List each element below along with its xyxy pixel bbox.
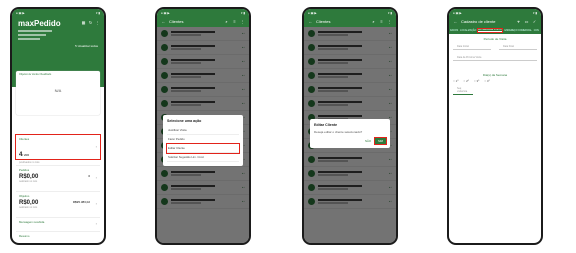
dialog-title: Editar Cliente [314,123,338,127]
back-arrow-icon[interactable]: ← [308,19,313,24]
chevron-right-icon: › [95,175,97,180]
status-bar: ● ▣ ▶ ▾ ▮ [453,10,537,15]
radio-label: 4º [486,79,490,83]
weekdays-title: Dia(s) da Semana [482,73,508,77]
orders-count: 0 [88,174,90,178]
no-button[interactable]: NÃO [365,139,371,143]
start-date-field[interactable]: Data Inicial [453,44,491,50]
register-screen: ● ▣ ▶ ▾ ▮ ← Cadastro de cliente ⌖ ▭ ✓ DAD… [449,9,541,243]
clients-card[interactable]: Clientes 4/ 206 positivados no mês › [15,134,101,164]
more-icon[interactable]: ⋮ [240,19,245,24]
card-icon[interactable]: ▭ [524,19,529,24]
na-value: N/A [54,88,62,93]
radio-week-2[interactable]: ○ 2º [463,79,468,83]
objective-label: Objetivo [19,194,30,198]
back-arrow-icon[interactable]: ← [453,19,458,24]
orders-label: Pedidos [19,168,30,172]
screen-title: Cadastro de cliente [461,19,496,24]
chevron-right-icon: › [95,201,97,206]
status-bar: ● ▣ ▶ ▾ ▮ [308,10,392,15]
clients-total: / 206 [22,153,30,157]
clients-note: positivados no mês [19,161,40,164]
filter-icon[interactable]: ≡ [232,19,237,24]
phone-register: ● ▣ ▶ ▾ ▮ ← Cadastro de cliente ⌖ ▭ ✓ DAD… [447,7,543,245]
objective-note: realizado no mês [19,206,38,209]
radio-week-3[interactable]: ○ 3º [474,79,479,83]
refresh-all-button[interactable]: ↻ Atualizar todos [75,44,98,48]
dialog-title: Selecione uma ação [167,119,202,123]
end-date-field[interactable]: Data Final [499,44,537,50]
phone-home: ● ▣ ▶ ▾ ▮ maxPedido ▦ ↻ ⋮ ↻ Atualizar tod… [10,7,106,245]
screen-title: Clientes [169,19,184,24]
next-visit-field[interactable]: Data da Próxima Visita [453,55,537,61]
week-radio-group: ○ 1º ○ 2º ○ 3º ○ 4º [449,78,541,84]
status-bar: ● ▣ ▶ ▾ ▮ [161,10,245,15]
tab-dados[interactable]: DADOS [450,30,458,32]
summary-card[interactable]: Resumo [16,231,100,241]
chevron-right-icon: › [95,221,97,226]
app-header: ● ▣ ▶ ▾ ▮ ← Clientes ⌕ ≡ ⋮ [304,9,396,27]
tab-localizacao[interactable]: LOCALIZAÇÃO [460,30,476,32]
radio-label: 3º [476,79,480,83]
phone-actions: ● ▣ ▶▾ ▮ ← Clientes ⌕ ≡ ⋮ ● ›● ›● ›● ›● … [155,7,251,245]
summary-label: Resumo [19,234,30,238]
objective-target: R$95.383,02 [72,200,90,204]
screen-title: Clientes [316,19,331,24]
orders-card[interactable]: Pedidos R$0,00 0 realizado no mês › [16,165,100,187]
option-justify-visit[interactable]: Justificar Visita [167,126,239,135]
more-icon[interactable]: ⋮ [95,20,100,25]
app-header: ● ▣ ▶ ▾ ▮ ← Cadastro de cliente ⌖ ▭ ✓ [449,9,541,27]
confirm-screen: ● ▣ ▶▾ ▮ ← Clientes ⌕ ≡ ⋮ ● ›● ›● ›● ›● … [304,9,396,243]
actions-screen: ● ▣ ▶▾ ▮ ← Clientes ⌕ ≡ ⋮ ● ›● ›● ›● ›● … [157,9,249,243]
home-screen: ● ▣ ▶ ▾ ▮ maxPedido ▦ ↻ ⋮ ↻ Atualizar tod… [12,9,104,243]
app-logo: maxPedido [18,19,61,28]
search-icon[interactable]: ⌕ [371,19,376,24]
phone-confirm: ● ▣ ▶▾ ▮ ← Clientes ⌕ ≡ ⋮ ● ›● ›● ›● ›● … [302,7,398,245]
refresh-label: Atualizar todos [78,44,98,48]
radio-week-4[interactable]: ○ 4º [484,79,489,83]
tab-con[interactable]: CON [534,30,539,32]
user-info [12,30,104,40]
action-dialog: Selecione uma ação Justificar Visita Faz… [163,115,243,166]
orders-note: realizado no mês [19,180,38,183]
tab-endereco-comercial[interactable]: ENDEREÇO COMERCIAL [504,30,531,32]
dialog-message: Deseja editar o cliente selecionado? [314,130,363,134]
radio-week-1[interactable]: ○ 1º [453,79,458,83]
radio-label: 1º [455,79,459,83]
qrcode-icon[interactable]: ▦ [81,20,86,25]
chevron-right-icon: › [95,144,97,149]
more-icon[interactable]: ⋮ [387,19,392,24]
sync-icon[interactable]: ↻ [88,20,93,25]
messages-card[interactable]: Mensagem recebida › [16,217,100,229]
app-header: ● ▣ ▶ ▾ ▮ ← Clientes ⌕ ≡ ⋮ [157,9,249,27]
option-credit-limit[interactable]: Solicitar Sugestão Lim. Créd. [167,153,239,162]
confirm-dialog: Editar Cliente Deseja editar o cliente s… [310,119,390,148]
tab-entrega-visitas[interactable]: ENTREGA/DE VISITAS [477,28,504,33]
check-icon[interactable]: ✓ [532,19,537,24]
messages-label: Mensagem recebida [19,220,45,224]
yes-button[interactable]: SIM [374,137,387,145]
target-label: Objetivo de Venda / Realizado [19,73,52,76]
filter-icon[interactable]: ≡ [379,19,384,24]
sales-target-card[interactable]: Objetivo de Venda / Realizado N/A [16,71,100,115]
location-icon[interactable]: ⌖ [516,19,521,24]
visit-period-title: Período de Visita [483,37,507,41]
tab-bar: DADOS LOCALIZAÇÃO ENTREGA/DE VISITAS END… [449,27,541,34]
option-edit-client[interactable]: Editar Cliente [166,143,240,154]
radio-label: 2º [466,79,469,83]
clients-label: Clientes [19,137,30,141]
back-arrow-icon[interactable]: ← [161,19,166,24]
status-bar: ● ▣ ▶ ▾ ▮ [16,10,100,15]
route-sequence-field[interactable]: Seq visita/rota [453,86,473,95]
search-icon[interactable]: ⌕ [224,19,229,24]
objective-card[interactable]: Objetivo R$0,00 R$95.383,02 realizado no… [16,191,100,213]
option-make-order[interactable]: Fazer Pedido [167,135,239,144]
